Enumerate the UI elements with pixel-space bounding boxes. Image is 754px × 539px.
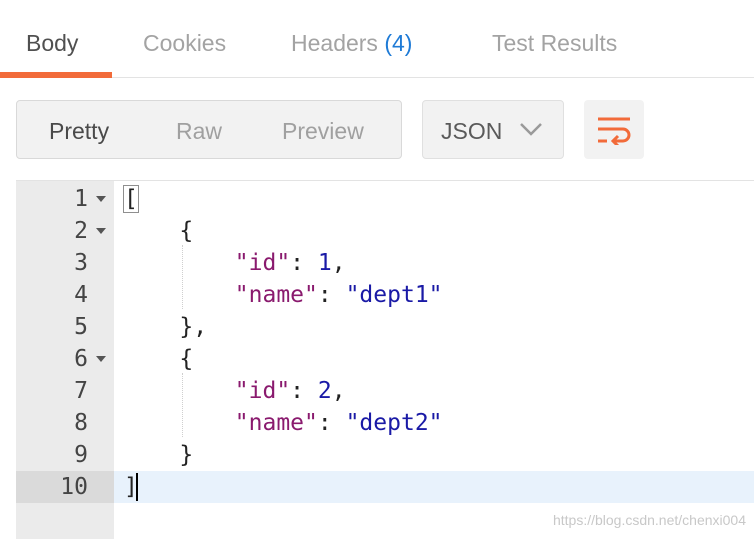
tab-body[interactable]: Body xyxy=(26,30,78,57)
code-text: "id": 1, xyxy=(234,250,346,276)
code-line: 3 "id": 1, xyxy=(16,247,754,279)
line-number: 7 xyxy=(74,378,88,404)
json-value: "dept2" xyxy=(345,410,443,436)
watermark: https://blog.csdn.net/chenxi004 xyxy=(552,512,746,528)
wrap-lines-button[interactable] xyxy=(584,100,644,159)
code-text: [ xyxy=(123,185,139,213)
code-line: 5 }, xyxy=(16,311,754,343)
response-tabs: Body Cookies Headers (4) Test Results xyxy=(0,0,754,78)
fold-arrow-icon[interactable] xyxy=(96,228,106,234)
line-number: 8 xyxy=(74,410,88,436)
json-value: "dept1" xyxy=(345,282,443,308)
tab-cookies[interactable]: Cookies xyxy=(143,30,226,57)
json-key: "id" xyxy=(234,250,291,276)
code-line: 4 "name": "dept1" xyxy=(16,279,754,311)
active-tab-indicator xyxy=(0,72,112,78)
code-text: }, xyxy=(124,314,208,340)
fold-arrow-icon[interactable] xyxy=(96,196,106,202)
tab-headers[interactable]: Headers (4) xyxy=(291,30,412,57)
code-text: "name": "dept2" xyxy=(234,410,443,436)
code-text: { xyxy=(124,218,194,244)
response-body-editor[interactable]: 1 [ 2 { 3 "id": 1, 4 "name": "dept1" 5 }… xyxy=(16,180,754,539)
line-number: 9 xyxy=(74,442,88,468)
fold-arrow-icon[interactable] xyxy=(96,356,106,362)
code-line-active: 10 ] xyxy=(16,471,754,503)
code-line: 2 { xyxy=(16,215,754,247)
pretty-button[interactable]: Pretty xyxy=(49,118,109,145)
code-text: } xyxy=(124,442,194,468)
line-number: 3 xyxy=(74,250,88,276)
code-text: "name": "dept1" xyxy=(234,282,443,308)
view-mode-segmented-control: Pretty Raw Preview xyxy=(16,100,402,159)
code-text: "id": 2, xyxy=(234,378,346,404)
format-select-value: JSON xyxy=(441,118,503,144)
code-text: { xyxy=(124,346,194,372)
json-key: "name" xyxy=(234,410,318,436)
json-value: 2 xyxy=(317,378,332,404)
code-line: 8 "name": "dept2" xyxy=(16,407,754,439)
chevron-down-icon xyxy=(519,121,543,142)
tab-headers-label: Headers xyxy=(291,30,378,56)
json-value: 1 xyxy=(317,250,332,276)
headers-count-badge: (4) xyxy=(384,30,413,56)
line-number: 5 xyxy=(74,314,88,340)
line-number: 10 xyxy=(16,471,114,503)
code-line: 1 [ xyxy=(16,183,754,215)
tab-test-results[interactable]: Test Results xyxy=(492,30,617,57)
code-text: ] xyxy=(114,471,754,503)
json-key: "id" xyxy=(234,378,291,404)
code-line: 7 "id": 2, xyxy=(16,375,754,407)
raw-button[interactable]: Raw xyxy=(176,118,222,145)
line-number: 4 xyxy=(74,282,88,308)
code-line: 6 { xyxy=(16,343,754,375)
text-cursor xyxy=(136,473,138,501)
wrap-lines-icon xyxy=(598,117,631,145)
format-select[interactable]: JSON xyxy=(422,100,564,159)
preview-button[interactable]: Preview xyxy=(282,118,364,145)
code-line: 9 } xyxy=(16,439,754,471)
json-key: "name" xyxy=(234,282,318,308)
